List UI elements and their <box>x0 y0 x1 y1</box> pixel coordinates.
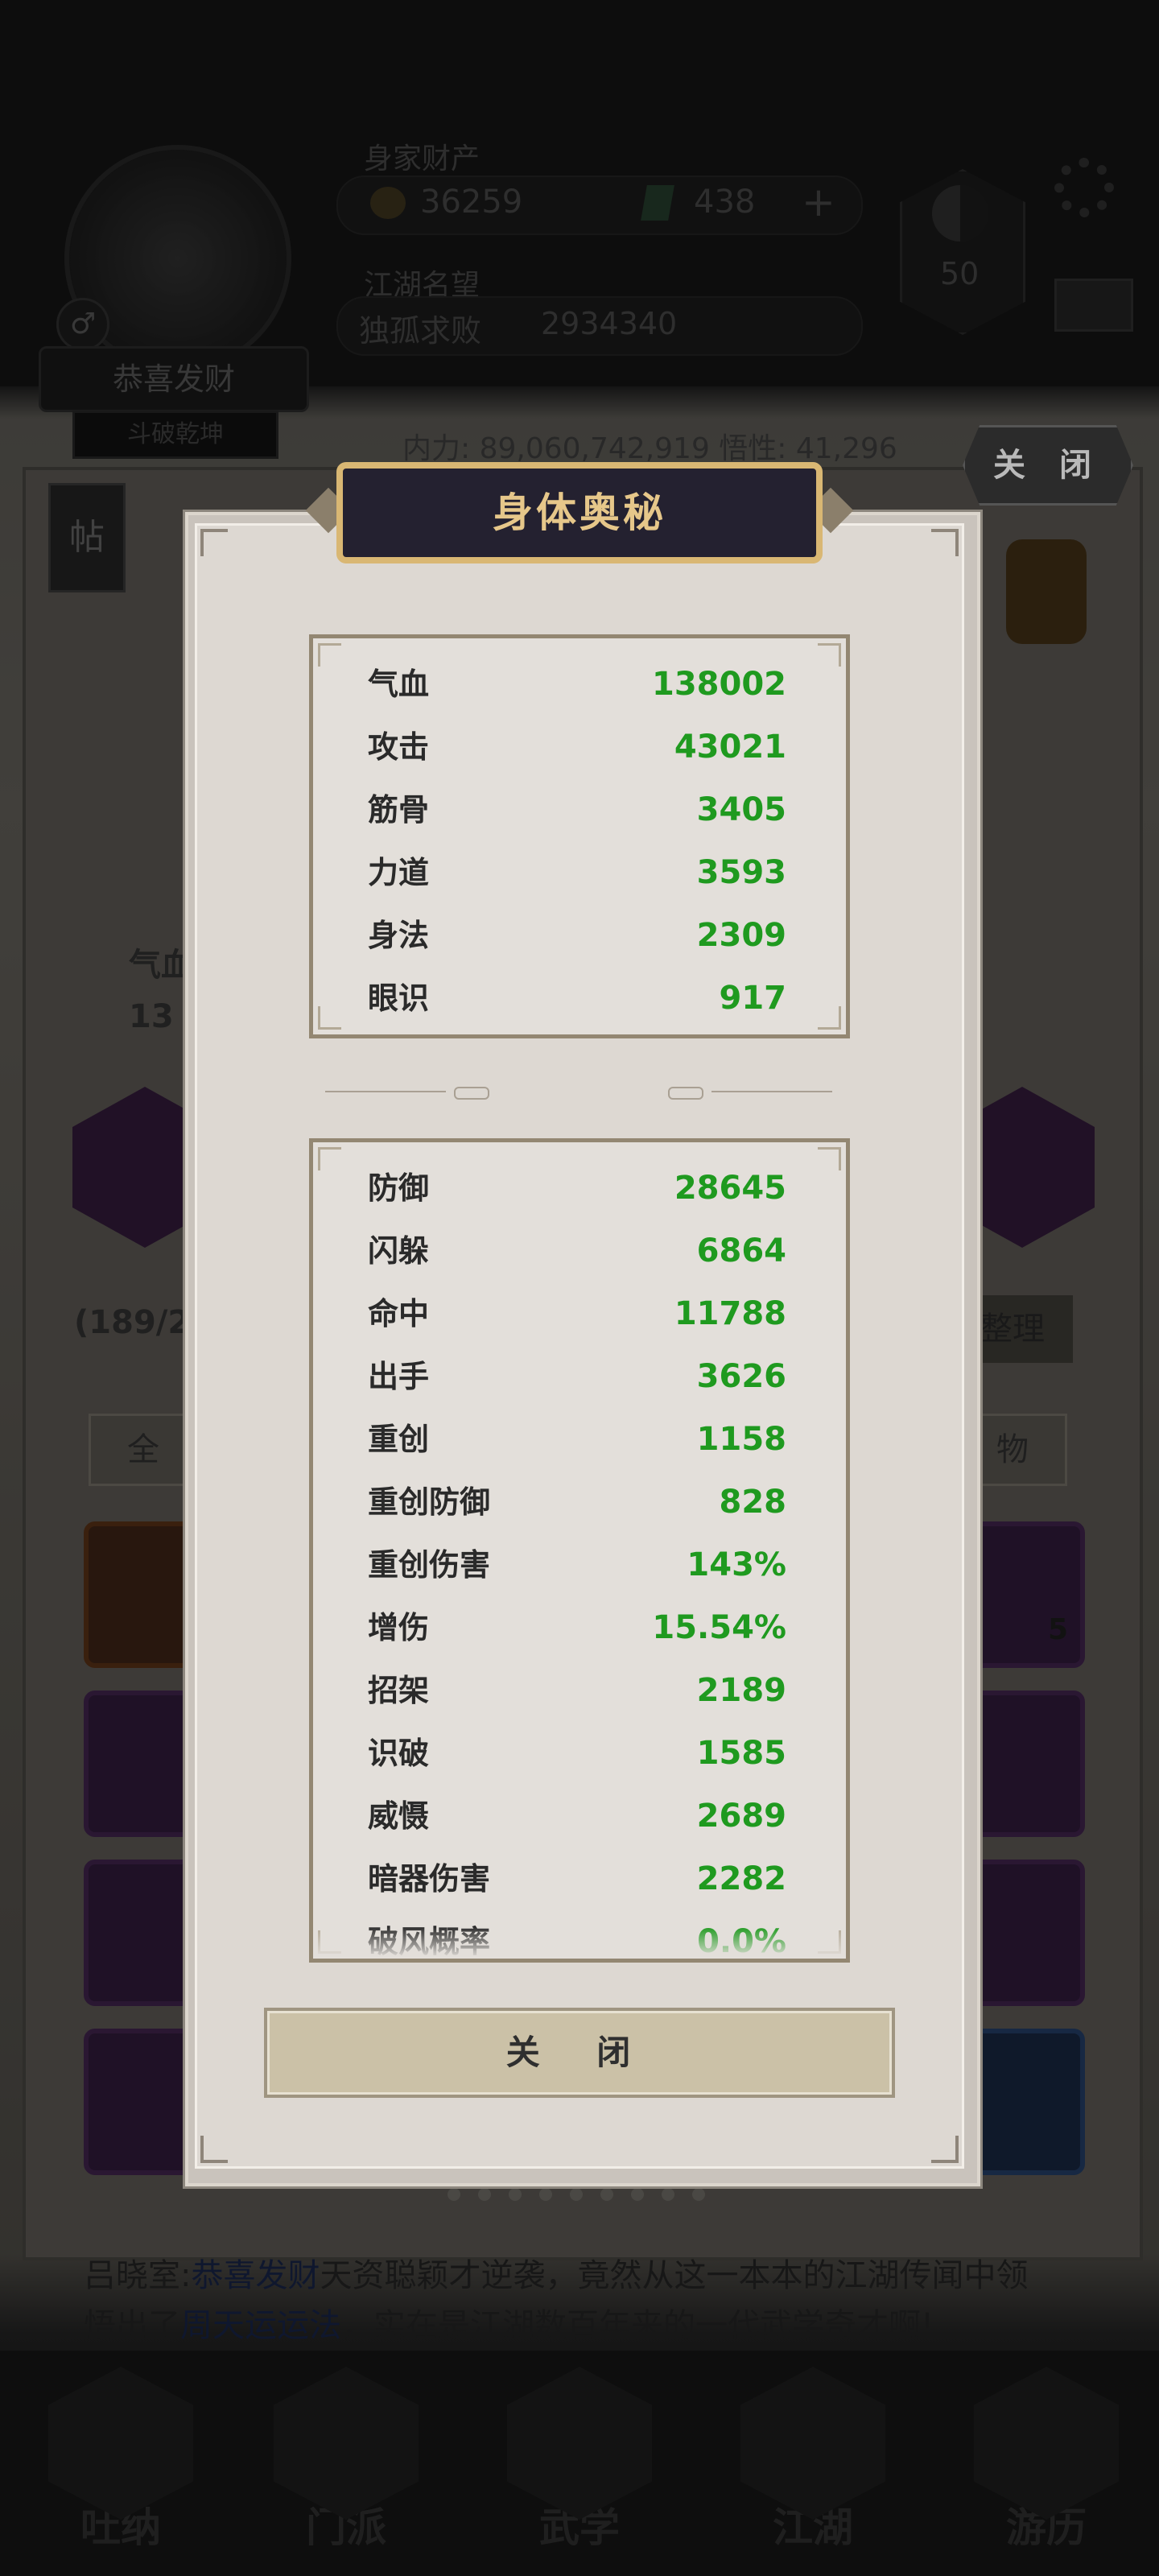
stat-label: 出手 <box>368 1359 430 1394</box>
secondary-stats-box[interactable]: 防御 28645 闪躲 6864 命中 11788 出手 3626 重创 1158 重创防… <box>309 1138 850 1963</box>
stat-value: 11788 <box>674 1295 786 1332</box>
stat-row: 重创伤害 143% <box>368 1534 786 1596</box>
stat-label: 增伤 <box>368 1610 430 1645</box>
stat-row: 筋骨 3405 <box>368 778 786 841</box>
corner-ornament <box>931 529 959 556</box>
stat-row: 气血 138002 <box>368 653 786 716</box>
corner-ornament <box>200 2136 228 2163</box>
stat-label: 招架 <box>368 1673 430 1708</box>
box-ornament <box>818 643 841 667</box>
stat-row: 重创 1158 <box>368 1408 786 1471</box>
stat-label: 身法 <box>368 918 430 953</box>
stat-label: 气血 <box>368 667 430 702</box>
panel-close-button[interactable]: 关 闭 <box>963 425 1133 506</box>
corner-ornament <box>200 529 228 556</box>
stat-label: 重创防御 <box>368 1484 491 1520</box>
stat-value: 1158 <box>696 1421 786 1458</box>
stat-value: 2309 <box>696 917 786 954</box>
stat-value: 15.54% <box>652 1609 786 1646</box>
stat-row: 眼识 917 <box>368 967 786 1030</box>
stat-value: 6864 <box>696 1232 786 1269</box>
stat-value: 138002 <box>652 666 786 703</box>
stat-value: 43021 <box>674 729 786 766</box>
stat-row: 暗器伤害 2282 <box>368 1847 786 1910</box>
stat-value: 1585 <box>696 1735 786 1772</box>
box-ornament <box>818 1006 841 1030</box>
stat-row: 命中 11788 <box>368 1282 786 1345</box>
stat-value: 3626 <box>696 1358 786 1395</box>
divider-ornament <box>454 1087 489 1100</box>
stat-row: 力道 3593 <box>368 841 786 904</box>
divider-line <box>711 1091 832 1092</box>
box-ornament <box>318 1147 341 1170</box>
stat-row: 出手 3626 <box>368 1345 786 1408</box>
stat-value: 2189 <box>696 1672 786 1709</box>
box-ornament <box>318 643 341 667</box>
divider-ornament <box>668 1087 703 1100</box>
stat-value: 2689 <box>696 1798 786 1835</box>
stat-row: 重创防御 828 <box>368 1471 786 1534</box>
stat-row: 威慑 2689 <box>368 1785 786 1847</box>
section-divider <box>325 1087 832 1100</box>
stat-row: 招架 2189 <box>368 1659 786 1722</box>
dialog-title: 身体奥秘 <box>336 462 823 564</box>
scroll-fade <box>313 1926 846 1959</box>
corner-ornament <box>931 2136 959 2163</box>
primary-stats-box: 气血 138002 攻击 43021 筋骨 3405 力道 3593 身法 2309 眼识… <box>309 634 850 1038</box>
stat-label: 威慑 <box>368 1798 430 1834</box>
stat-label: 筋骨 <box>368 792 430 828</box>
stat-label: 重创 <box>368 1422 430 1457</box>
stat-label: 重创伤害 <box>368 1547 491 1583</box>
box-ornament <box>318 1006 341 1030</box>
stat-label: 攻击 <box>368 729 430 765</box>
stat-value: 2282 <box>696 1860 786 1897</box>
stat-value: 3405 <box>696 791 786 828</box>
stat-value: 828 <box>719 1484 787 1521</box>
stat-label: 防御 <box>368 1170 430 1206</box>
stat-label: 暗器伤害 <box>368 1861 491 1897</box>
stat-row: 增伤 15.54% <box>368 1596 786 1659</box>
stat-row: 身法 2309 <box>368 904 786 967</box>
box-ornament <box>818 1147 841 1170</box>
stat-value: 3593 <box>696 854 786 891</box>
close-button[interactable]: 关 闭 <box>264 2008 895 2098</box>
stat-value: 917 <box>719 980 787 1017</box>
stat-label: 命中 <box>368 1296 430 1331</box>
stat-value: 28645 <box>674 1170 786 1207</box>
stat-label: 识破 <box>368 1736 430 1771</box>
stat-label: 力道 <box>368 855 430 890</box>
stat-label: 眼识 <box>368 980 430 1016</box>
stat-row: 攻击 43021 <box>368 716 786 778</box>
stat-row: 闪躲 6864 <box>368 1220 786 1282</box>
divider-line <box>325 1091 446 1092</box>
stat-label: 闪躲 <box>368 1233 430 1269</box>
stat-row: 识破 1585 <box>368 1722 786 1785</box>
stat-value: 143% <box>687 1546 786 1583</box>
stat-row: 防御 28645 <box>368 1157 786 1220</box>
